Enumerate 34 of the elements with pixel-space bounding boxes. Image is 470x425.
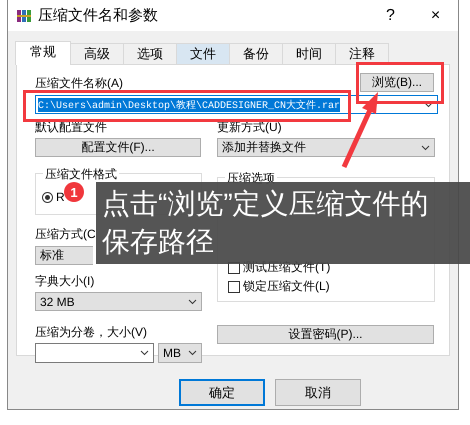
chevron-down-icon xyxy=(421,144,430,150)
chevron-down-icon xyxy=(424,102,433,108)
dialog-button[interactable]: 确定 xyxy=(179,379,265,406)
window-title: 压缩文件名和参数 xyxy=(38,6,159,25)
update-mode-dropdown[interactable]: 添加并替换文件 xyxy=(217,138,435,157)
chevron-down-icon xyxy=(188,298,197,304)
chevron-down-icon xyxy=(188,350,197,356)
size-unit-dropdown[interactable]: MB xyxy=(158,343,202,363)
group-label: 压缩文件格式 xyxy=(43,166,119,183)
field-label: 压缩方式(C xyxy=(35,226,93,243)
archive-name-field[interactable]: C:\Users\admin\Desktop\教程\CADDESIGNER_CN大文件.rar xyxy=(35,95,438,114)
help-button[interactable]: ? xyxy=(368,6,413,24)
radio-label: R xyxy=(56,190,65,204)
tab[interactable]: 注释 xyxy=(335,43,389,64)
field-label: 压缩为分卷，大小(V) xyxy=(35,324,148,341)
tab[interactable]: 常规 xyxy=(15,41,71,65)
profiles-button[interactable]: 配置文件(F)... xyxy=(35,138,201,157)
caption-text: 点击“浏览”定义压缩文件的保存路径 xyxy=(96,182,470,264)
field-label: 压缩文件名称(A) xyxy=(35,75,123,92)
set-password-button[interactable]: 设置密码(P)... xyxy=(217,325,434,344)
close-button[interactable]: × xyxy=(413,6,458,24)
dialog-button[interactable]: 取消 xyxy=(275,379,361,406)
tab[interactable]: 文件 xyxy=(176,43,230,64)
radio-button[interactable] xyxy=(42,192,53,202)
field-label: 更新方式(U) xyxy=(217,119,283,136)
compression-method-dropdown[interactable]: 标准 xyxy=(35,246,93,265)
field-label: 字典大小(I) xyxy=(35,273,96,290)
browse-button[interactable]: 浏览(B)... xyxy=(360,73,434,92)
checkbox[interactable] xyxy=(228,280,240,292)
dictionary-size-dropdown[interactable]: 32 MB xyxy=(35,292,202,311)
volume-size-field[interactable] xyxy=(35,343,154,363)
checkbox-label: 锁定压缩文件(L) xyxy=(243,278,330,295)
chevron-down-icon xyxy=(140,350,149,356)
archive-books-icon xyxy=(16,8,32,24)
